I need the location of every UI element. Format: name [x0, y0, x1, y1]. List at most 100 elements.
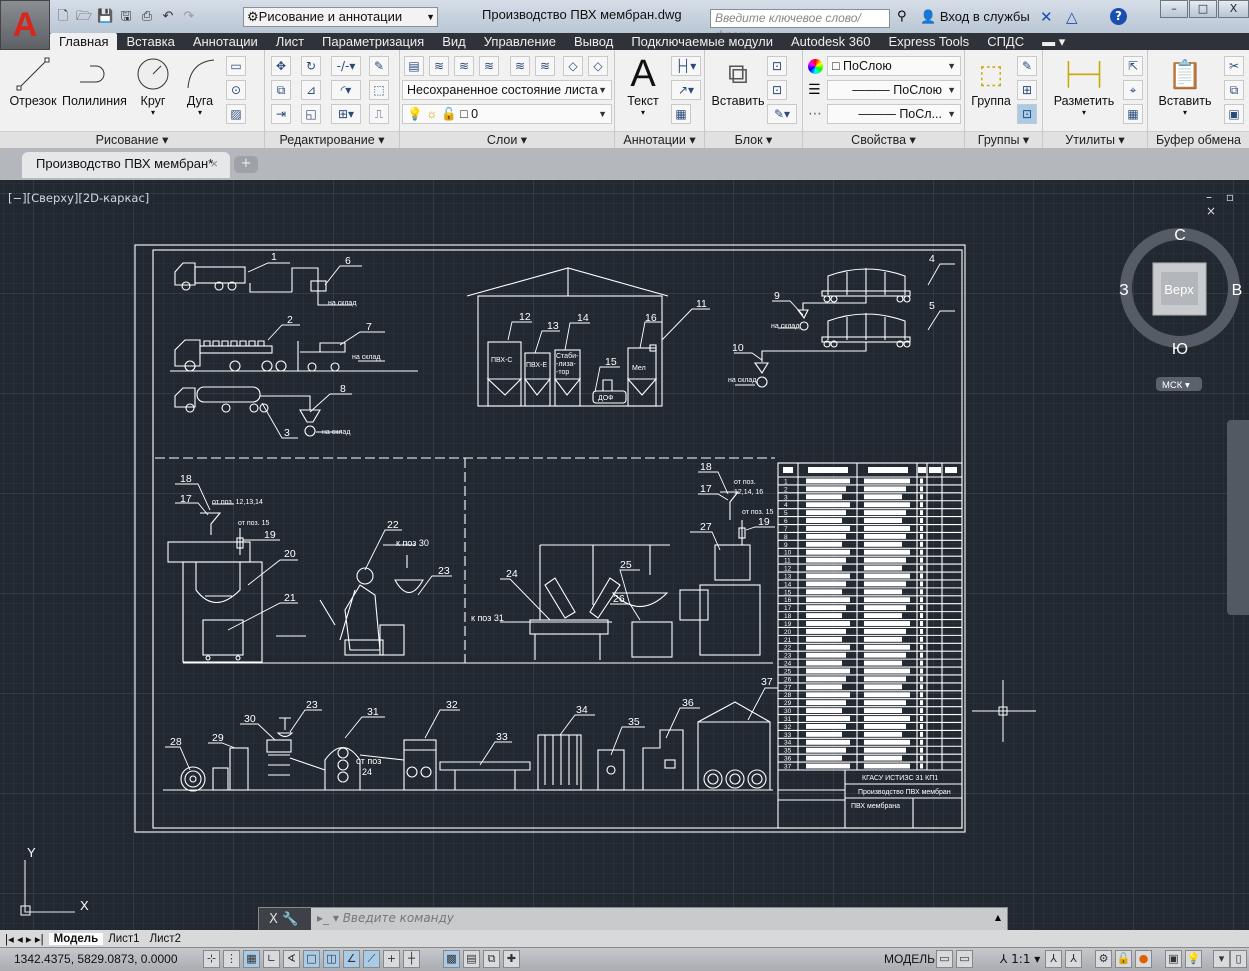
wrench-icon[interactable]: 🔧	[282, 912, 298, 927]
hardware-acceleration-icon[interactable]: ●	[1135, 950, 1152, 968]
spec-cell-qty	[920, 541, 923, 547]
silo-label: ПВХ-С	[491, 357, 512, 364]
spec-cell-text	[806, 755, 842, 761]
spec-cell-text	[864, 589, 902, 595]
callout: 20	[284, 548, 296, 560]
otrack-icon[interactable]: ∠	[343, 950, 360, 968]
crosshair-cursor	[972, 680, 1036, 742]
spec-row-number: 18	[784, 613, 792, 620]
ucs-icon	[20, 860, 75, 916]
snap-icon[interactable]: ⋮	[223, 950, 240, 968]
spec-row-number: 17	[784, 605, 792, 612]
spec-cell-text	[806, 494, 842, 500]
spec-row-number: 20	[784, 629, 792, 636]
spec-cell-qty	[920, 660, 923, 666]
spec-row-number: 8	[784, 534, 788, 541]
infer-constraints-icon[interactable]: ⊹	[203, 950, 220, 968]
spec-cell-qty	[920, 518, 923, 524]
title-block-text: КГАСУ ИСТИЗС 31 КП1 Производство ПВХ мем…	[851, 775, 951, 810]
silo-label: -тор	[556, 369, 569, 376]
compass-south[interactable]: Ю	[1172, 341, 1188, 358]
compass-west[interactable]: З	[1119, 282, 1129, 299]
callout: 14	[577, 312, 589, 324]
lightbulb-status-icon[interactable]: 💡	[1185, 950, 1202, 968]
cement-truck-3	[174, 386, 342, 437]
grid-icon[interactable]: ▦	[243, 950, 260, 968]
osnap-icon[interactable]: □	[303, 950, 320, 968]
note: к поз 30	[396, 538, 429, 548]
spec-cell-text	[806, 502, 850, 508]
drawing: 1 2 3 4 5 6 7 8 9 10 11 12 13 14 15 16 1…	[20, 227, 1243, 916]
note: на склад	[771, 323, 799, 330]
clean-screen-icon[interactable]: ▯	[1230, 950, 1247, 968]
dyn-icon[interactable]: +	[383, 950, 400, 968]
spec-cell-qty	[920, 597, 923, 603]
spec-cell-text	[864, 518, 902, 524]
callout: 33	[496, 731, 508, 743]
spec-cell-text	[864, 541, 902, 547]
model-space-button[interactable]: МОДЕЛЬ	[884, 952, 935, 966]
annotation-monitor-icon[interactable]: ✚	[503, 950, 520, 968]
command-input[interactable]: ▸_ ▾ Введите команду	[317, 911, 454, 925]
spec-cell-qty	[920, 502, 923, 508]
layout-tab-sheet2[interactable]: Лист2	[145, 933, 186, 945]
polar-icon[interactable]: ∢	[283, 950, 300, 968]
ortho-icon[interactable]: ∟	[263, 950, 280, 968]
viewcube-top[interactable]: Верх	[1164, 282, 1194, 297]
spec-row-number: 28	[784, 692, 792, 699]
layout-nav-buttons[interactable]: |◂ ◂ ▸ ▸|	[0, 932, 49, 946]
note: 24	[362, 767, 372, 777]
spec-cell-text	[864, 494, 902, 500]
spec-cell-qty	[920, 621, 923, 626]
lineweight-toggle-icon[interactable]: ┼	[403, 950, 420, 968]
note: к поз 31	[471, 613, 504, 623]
spec-row-number: 32	[784, 724, 792, 731]
spec-cell-text	[864, 573, 910, 579]
compass-east[interactable]: В	[1232, 282, 1243, 299]
spec-cell-qty	[920, 549, 923, 555]
selection-cycling-icon[interactable]: ⧉	[483, 950, 500, 968]
isolate-objects-icon[interactable]: ▣	[1165, 950, 1182, 968]
spec-cell-text	[864, 660, 902, 666]
spec-cell-text	[864, 526, 910, 531]
spec-cell-text	[806, 628, 846, 634]
compass-north[interactable]: С	[1174, 227, 1186, 244]
close-command-line-icon[interactable]: X	[269, 912, 278, 927]
silo-label: ПВХ-Е	[526, 362, 547, 369]
callout: 3	[284, 427, 290, 439]
workspace-switch-icon[interactable]: ⚙	[1095, 950, 1112, 968]
callout: 34	[576, 704, 588, 716]
lock-icon[interactable]: 🔓	[1115, 950, 1132, 968]
status-menu-icon[interactable]: ▾	[1213, 950, 1230, 968]
transparency-icon[interactable]: ▩	[443, 950, 460, 968]
spec-cell-text	[806, 549, 850, 555]
spec-cell-qty	[920, 557, 923, 563]
command-history-toggle[interactable]: ▲	[995, 913, 1001, 922]
navigation-bar[interactable]	[1227, 420, 1249, 615]
specification-table: 1234567891011121314151617181920212223242…	[777, 462, 963, 829]
spec-cell-qty	[920, 684, 923, 690]
spec-cell-text	[806, 668, 850, 674]
callout: 29	[212, 732, 224, 744]
production-line	[180, 701, 771, 792]
ducs-icon[interactable]: ⟋	[363, 950, 380, 968]
quick-view-drawings-icon[interactable]: ▭	[956, 950, 973, 968]
callout: 18	[700, 461, 712, 473]
quick-properties-icon[interactable]: ▤	[463, 950, 480, 968]
callout: 30	[244, 713, 256, 725]
spec-row-number: 36	[784, 756, 792, 763]
auto-scale-icon[interactable]: ⅄	[1065, 950, 1082, 968]
layout-tab-model[interactable]: Модель	[48, 932, 104, 945]
spec-cell-text	[864, 628, 906, 634]
quick-view-layouts-icon[interactable]: ▭	[936, 950, 953, 968]
spec-row-number: 2	[784, 486, 788, 493]
spec-cell-text	[864, 644, 910, 650]
annotation-visibility-icon[interactable]: ⅄	[1045, 950, 1062, 968]
spec-cell-text	[864, 676, 906, 682]
command-line-handle[interactable]: X 🔧	[259, 908, 311, 931]
annotation-scale[interactable]: ⅄ 1:1 ▾	[1000, 952, 1040, 966]
3d-osnap-icon[interactable]: ◫	[323, 950, 340, 968]
layout-tab-sheet1[interactable]: Лист1	[103, 933, 144, 945]
spec-cell-text	[806, 684, 842, 690]
spec-cell-text	[864, 486, 906, 492]
